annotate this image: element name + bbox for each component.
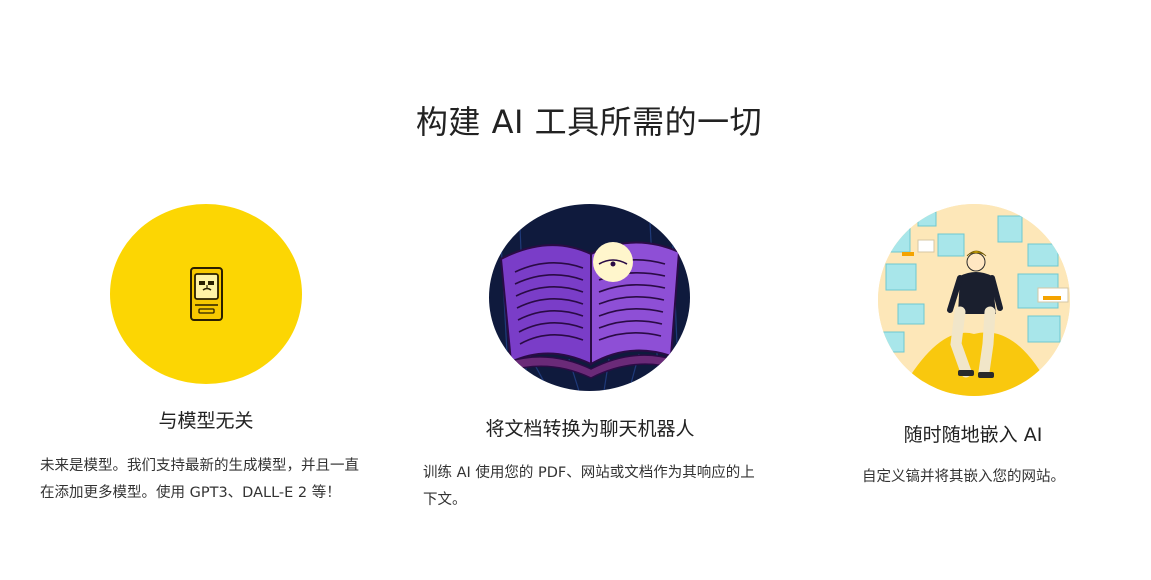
embed-anywhere-illustration: [878, 204, 1070, 396]
feature-title-document-chatbot: 将文档转换为聊天机器人: [485, 418, 695, 440]
feature-description-embed-anywhere: 自定义镐并将其嵌入您的网站。: [862, 469, 1065, 485]
open-book-illustration: [498, 204, 681, 391]
feature-title-embed-anywhere: 随时随地嵌入 AI: [903, 424, 1043, 446]
section-title: 构建 AI 工具所需的一切: [415, 103, 763, 141]
document-chatbot-illustration: [489, 204, 690, 391]
person-on-hill-illustration: [878, 204, 1070, 396]
features-section: 构建 AI 工具所需的一切 与模型无关 未来是模型。我们支持最新的生成模型，并且…: [0, 0, 1151, 580]
feature-description-model-agnostic: 未来是模型。我们支持最新的生成模型，并且一直在添加更多模型。使用 GPT3、DA…: [40, 458, 359, 501]
feature-title-model-agnostic: 与模型无关: [158, 410, 254, 432]
model-agnostic-illustration: [110, 204, 302, 384]
retro-computer-icon: [190, 267, 223, 321]
feature-description-document-chatbot: 训练 AI 使用您的 PDF、网站或文档作为其响应的上下文。: [423, 465, 755, 508]
